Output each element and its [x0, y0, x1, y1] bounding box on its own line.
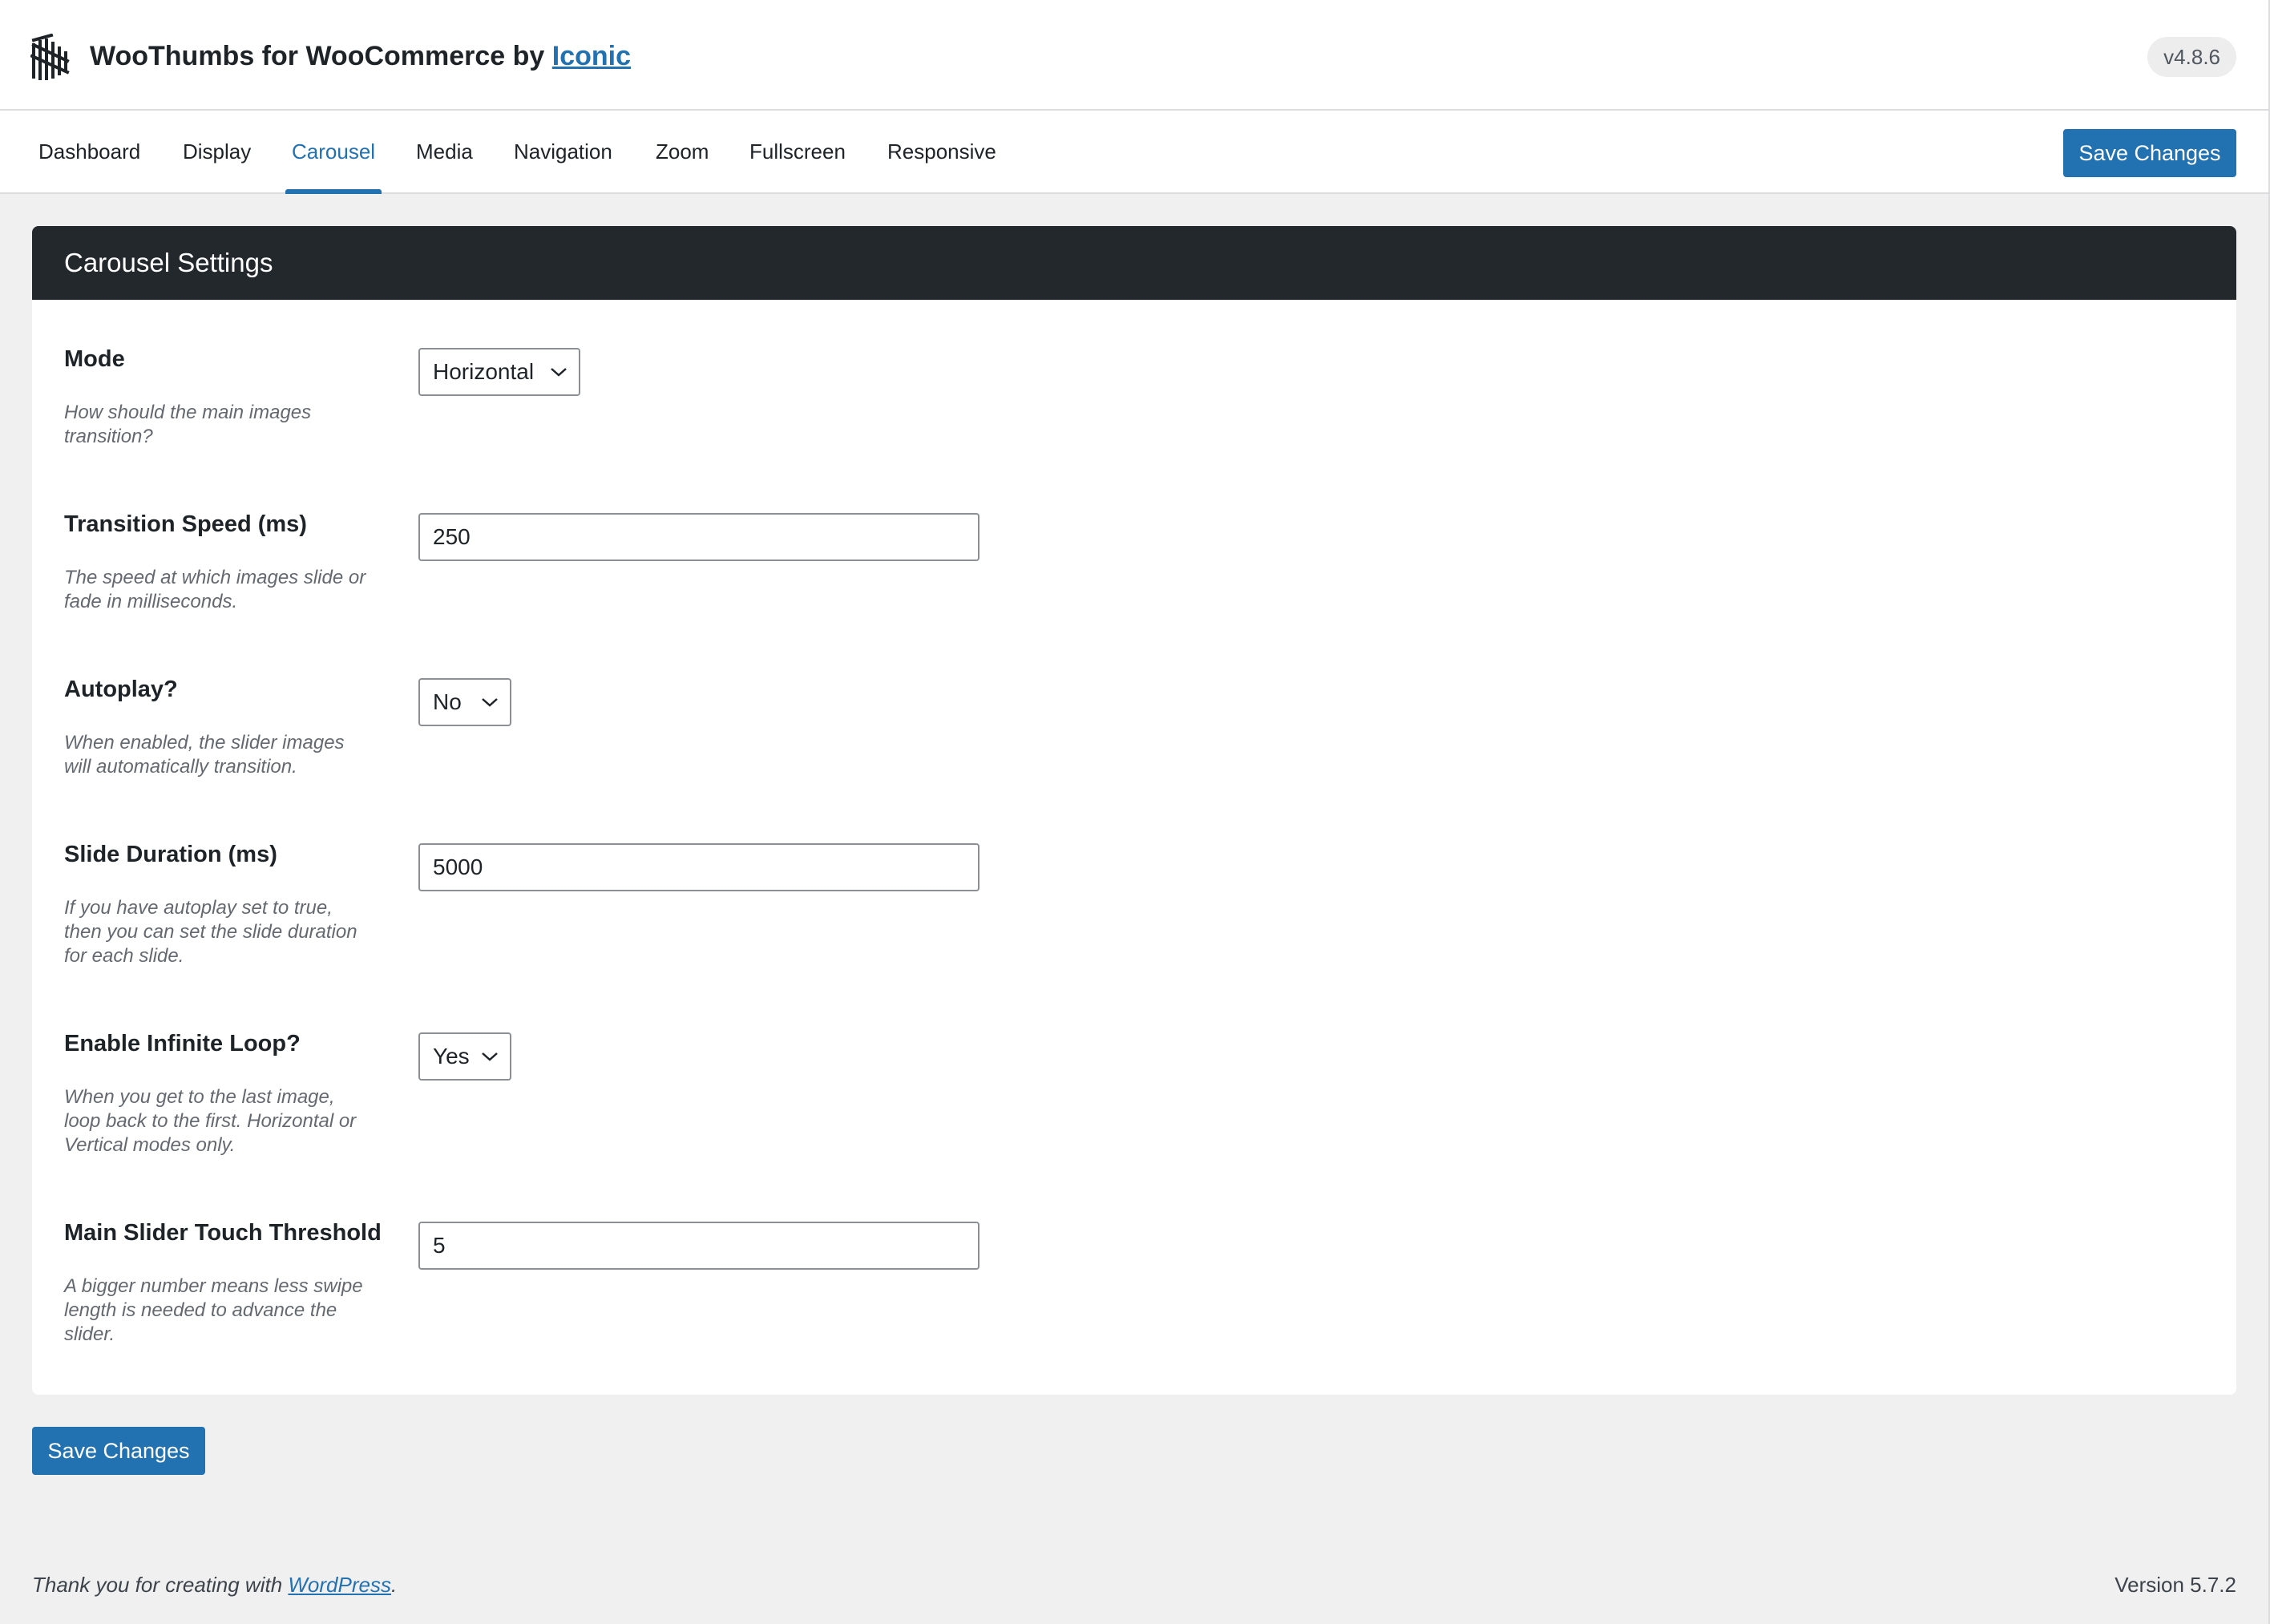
- infinite-loop-select[interactable]: Yes: [418, 1032, 511, 1081]
- save-changes-top-button[interactable]: Save Changes: [2063, 129, 2236, 177]
- chevron-down-icon: [551, 368, 567, 377]
- desc-line: The speed at which images slide or: [64, 567, 366, 588]
- save-changes-bottom-button[interactable]: Save Changes: [32, 1427, 205, 1475]
- tab-fullscreen[interactable]: Fullscreen: [749, 111, 846, 192]
- desc-line: When enabled, the slider images: [64, 732, 345, 753]
- settings-tabs: Dashboard Display Carousel Media Navigat…: [0, 111, 2270, 194]
- desc-line: transition?: [64, 426, 153, 447]
- iconic-link[interactable]: Iconic: [552, 41, 631, 71]
- footer-version: Version 5.7.2: [2114, 1573, 2236, 1597]
- mode-select[interactable]: Horizontal: [418, 348, 580, 396]
- mode-description: How should the main images transition?: [64, 401, 393, 449]
- infinite-loop-description: When you get to the last image, loop bac…: [64, 1085, 393, 1157]
- slide-duration-label: Slide Duration (ms): [64, 842, 277, 867]
- mode-label: Mode: [64, 346, 125, 372]
- panel-header: Carousel Settings: [32, 226, 2236, 300]
- autoplay-select-value: No: [433, 689, 462, 714]
- desc-line: length is needed to advance the: [64, 1299, 337, 1321]
- infinite-loop-select-value: Yes: [433, 1044, 470, 1069]
- autoplay-label: Autoplay?: [64, 677, 178, 702]
- transition-speed-label: Transition Speed (ms): [64, 511, 307, 537]
- touch-threshold-description: A bigger number means less swipe length …: [64, 1275, 393, 1347]
- desc-line: slider.: [64, 1323, 115, 1345]
- version-badge: v4.8.6: [2147, 37, 2236, 77]
- transition-speed-description: The speed at which images slide or fade …: [64, 566, 393, 614]
- tab-zoom[interactable]: Zoom: [656, 111, 709, 192]
- transition-speed-input[interactable]: 250: [418, 513, 979, 561]
- tab-dashboard[interactable]: Dashboard: [38, 111, 140, 192]
- slide-duration-description: If you have autoplay set to true, then y…: [64, 896, 393, 968]
- mode-select-value: Horizontal: [433, 359, 535, 384]
- plugin-header: WooThumbs for WooCommerce by Iconic v4.8…: [0, 0, 2270, 111]
- desc-line: will automatically transition.: [64, 756, 297, 778]
- infinite-loop-label: Enable Infinite Loop?: [64, 1031, 301, 1056]
- panel-title: Carousel Settings: [64, 248, 273, 277]
- autoplay-description: When enabled, the slider images will aut…: [64, 731, 393, 779]
- slide-duration-input[interactable]: 5000: [418, 843, 979, 891]
- desc-line: When you get to the last image,: [64, 1086, 335, 1108]
- carousel-settings-panel: Carousel Settings Mode How should the ma…: [32, 226, 2236, 1395]
- tab-media[interactable]: Media: [416, 111, 473, 192]
- desc-line: then you can set the slide duration: [64, 921, 357, 943]
- touch-threshold-input[interactable]: 5: [418, 1222, 979, 1270]
- desc-line: Vertical modes only.: [64, 1134, 236, 1156]
- desc-line: fade in milliseconds.: [64, 591, 238, 612]
- desc-line: If you have autoplay set to true,: [64, 897, 333, 919]
- wordpress-link[interactable]: WordPress: [288, 1573, 391, 1597]
- title-prefix: WooThumbs for WooCommerce by: [90, 41, 545, 71]
- tab-display[interactable]: Display: [183, 111, 251, 192]
- footer-thanks-suffix: .: [390, 1573, 398, 1597]
- tab-responsive[interactable]: Responsive: [887, 111, 996, 192]
- touch-threshold-label: Main Slider Touch Threshold: [64, 1220, 382, 1246]
- iconic-logo-icon: [30, 34, 70, 80]
- autoplay-select[interactable]: No: [418, 678, 511, 726]
- footer-thanks: Thank you for creating with WordPress.: [32, 1573, 397, 1598]
- desc-line: A bigger number means less swipe: [64, 1275, 363, 1297]
- tab-carousel[interactable]: Carousel: [285, 111, 382, 194]
- desc-line: for each slide.: [64, 945, 184, 967]
- chevron-down-icon: [482, 698, 498, 707]
- footer-thanks-prefix: Thank you for creating with: [32, 1573, 283, 1597]
- desc-line: How should the main images: [64, 402, 312, 423]
- chevron-down-icon: [482, 1052, 498, 1061]
- page-title: WooThumbs for WooCommerce by Iconic: [90, 37, 631, 75]
- tab-navigation[interactable]: Navigation: [514, 111, 612, 192]
- desc-line: loop back to the first. Horizontal or: [64, 1110, 357, 1132]
